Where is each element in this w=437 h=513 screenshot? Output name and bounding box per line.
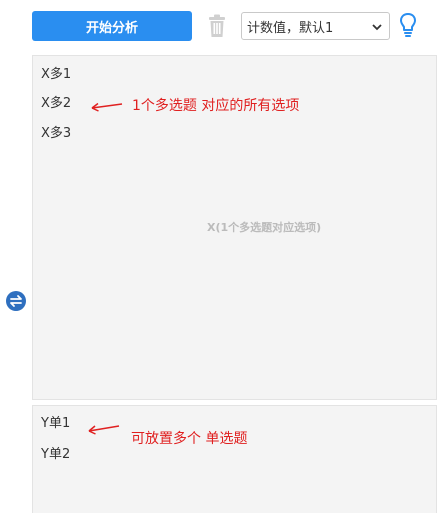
- count-value-select[interactable]: 计数值，默认1: [241, 12, 390, 40]
- lightbulb-icon[interactable]: [398, 12, 418, 38]
- x-drop-panel[interactable]: X多1 X多2 X多3 X(1个多选题对应选项) 1个多选题 对应的所有选项: [32, 55, 437, 400]
- chevron-down-icon: [371, 21, 383, 37]
- x-panel-placeholder: X(1个多选题对应选项): [207, 221, 322, 234]
- y-drop-panel[interactable]: Y单1 Y单2 可放置多个 单选题: [32, 405, 437, 513]
- arrow-icon: [85, 420, 121, 439]
- trash-icon[interactable]: [207, 14, 227, 38]
- arrow-icon: [88, 98, 124, 117]
- swap-icon[interactable]: [6, 291, 26, 311]
- start-analysis-button[interactable]: 开始分析: [32, 11, 192, 41]
- y-item[interactable]: Y单2: [41, 443, 70, 462]
- count-value-select-value: 计数值，默认1: [247, 20, 334, 36]
- y-panel-annotation: 可放置多个 单选题: [131, 431, 248, 447]
- x-item[interactable]: X多3: [41, 122, 71, 141]
- x-item[interactable]: X多2: [41, 92, 71, 111]
- y-item[interactable]: Y单1: [41, 412, 70, 431]
- x-panel-annotation: 1个多选题 对应的所有选项: [132, 98, 300, 114]
- x-item[interactable]: X多1: [41, 63, 71, 82]
